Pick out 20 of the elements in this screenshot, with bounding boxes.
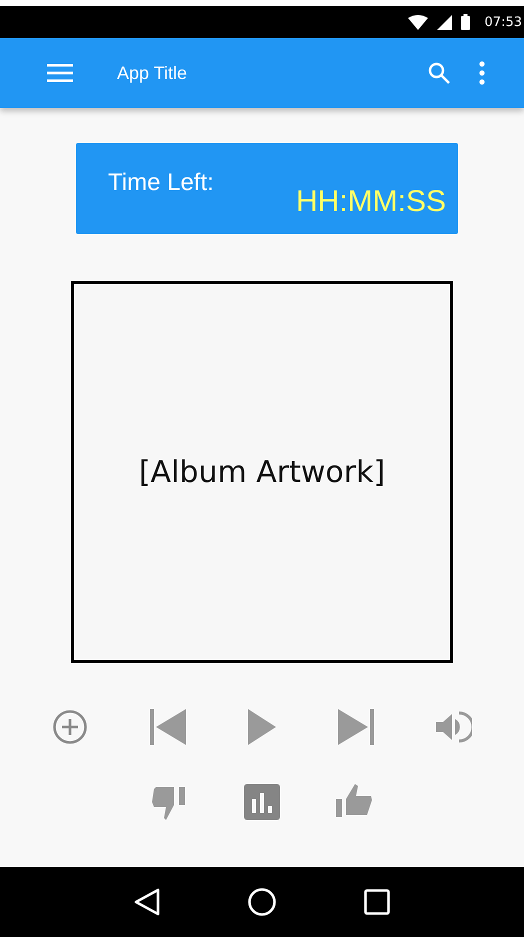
add-icon[interactable] bbox=[52, 709, 88, 745]
status-time: 07:53 bbox=[484, 14, 522, 30]
app-title: App Title bbox=[117, 62, 188, 84]
home-icon[interactable] bbox=[248, 888, 276, 916]
wifi-icon bbox=[408, 14, 428, 30]
chart-icon[interactable] bbox=[244, 784, 280, 820]
previous-icon[interactable] bbox=[150, 709, 186, 745]
timer-value: HH:MM:SS bbox=[296, 185, 446, 219]
play-icon[interactable] bbox=[248, 709, 276, 745]
more-icon[interactable] bbox=[479, 61, 485, 85]
artwork-label: [Album Artwork] bbox=[138, 454, 386, 490]
volume-icon[interactable] bbox=[436, 709, 472, 745]
timer-label: Time Left: bbox=[108, 169, 214, 197]
search-icon[interactable] bbox=[427, 61, 451, 85]
back-icon[interactable] bbox=[134, 888, 160, 916]
menu-icon[interactable] bbox=[47, 64, 73, 82]
battery-icon bbox=[460, 14, 470, 30]
signal-icon bbox=[436, 14, 452, 30]
recents-icon[interactable] bbox=[364, 889, 390, 915]
next-icon[interactable] bbox=[338, 709, 374, 745]
